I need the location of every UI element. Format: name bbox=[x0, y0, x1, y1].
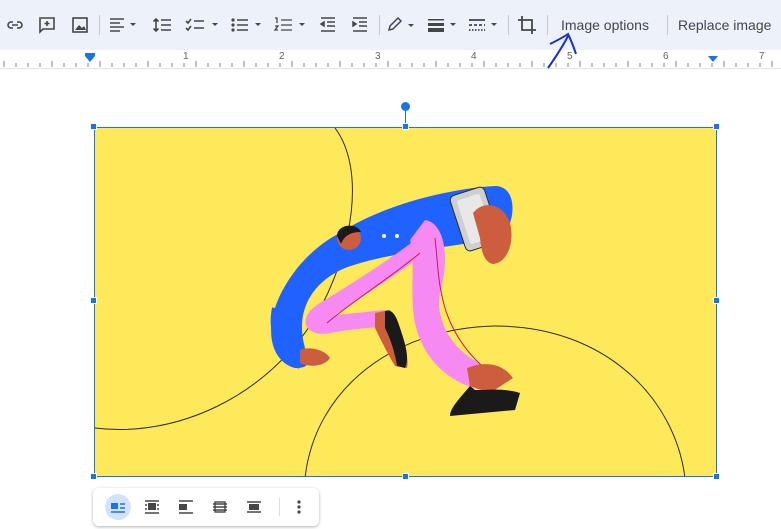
more-options-icon[interactable] bbox=[286, 494, 312, 520]
inline-icon[interactable] bbox=[105, 494, 131, 520]
toolbar: Image options Replace image bbox=[0, 0, 781, 51]
rotation-handle[interactable] bbox=[401, 102, 410, 111]
checklist-icon[interactable] bbox=[184, 13, 222, 37]
resize-handle-bottom[interactable] bbox=[402, 473, 409, 480]
horizontal-ruler[interactable]: 1 2 3 4 5 6 7 bbox=[0, 50, 781, 69]
resize-handle-top[interactable] bbox=[402, 123, 409, 130]
link-icon[interactable] bbox=[5, 13, 25, 37]
ruler-number: 5 bbox=[567, 51, 573, 62]
selected-image[interactable] bbox=[94, 127, 717, 477]
resize-handle-bottom-right[interactable] bbox=[713, 473, 720, 480]
numbered-list-icon[interactable] bbox=[273, 13, 309, 37]
wrap-text-icon[interactable] bbox=[139, 494, 165, 520]
ruler-number: 1 bbox=[183, 51, 189, 62]
toolbar-separator bbox=[547, 15, 548, 35]
behind-text-icon[interactable] bbox=[207, 494, 233, 520]
image-illustration bbox=[95, 128, 716, 476]
replace-image-button[interactable]: Replace image bbox=[678, 15, 771, 35]
toolbar-separator bbox=[379, 15, 380, 35]
add-comment-icon[interactable] bbox=[36, 13, 58, 37]
ruler-number: 3 bbox=[375, 51, 381, 62]
toolbar-separator bbox=[508, 15, 509, 35]
image-options-button[interactable]: Image options bbox=[561, 15, 649, 35]
toolbar-separator bbox=[99, 15, 100, 35]
bulleted-list-icon[interactable] bbox=[230, 13, 266, 37]
float-bar-separator bbox=[279, 498, 280, 516]
toolbar-separator bbox=[667, 15, 668, 35]
border-weight-icon[interactable] bbox=[426, 13, 462, 37]
increase-indent-icon[interactable] bbox=[350, 13, 370, 37]
ruler-number: 2 bbox=[279, 51, 285, 62]
resize-handle-left[interactable] bbox=[90, 297, 97, 304]
resize-handle-right[interactable] bbox=[713, 297, 720, 304]
ruler-number: 4 bbox=[471, 51, 477, 62]
ruler-number: 6 bbox=[663, 51, 669, 62]
in-front-of-text-icon[interactable] bbox=[241, 494, 267, 520]
crop-icon[interactable] bbox=[516, 13, 538, 37]
border-color-icon[interactable] bbox=[386, 13, 420, 37]
image-wrap-toolbar bbox=[93, 488, 319, 526]
line-spacing-icon[interactable] bbox=[152, 13, 172, 37]
decrease-indent-icon[interactable] bbox=[318, 13, 338, 37]
border-dash-icon[interactable] bbox=[467, 13, 503, 37]
insert-image-icon[interactable] bbox=[70, 13, 90, 37]
resize-handle-bottom-left[interactable] bbox=[90, 473, 97, 480]
resize-handle-top-right[interactable] bbox=[713, 123, 720, 130]
ruler-number: 7 bbox=[759, 51, 765, 62]
resize-handle-top-left[interactable] bbox=[90, 123, 97, 130]
align-icon[interactable] bbox=[108, 13, 140, 37]
break-text-icon[interactable] bbox=[173, 494, 199, 520]
